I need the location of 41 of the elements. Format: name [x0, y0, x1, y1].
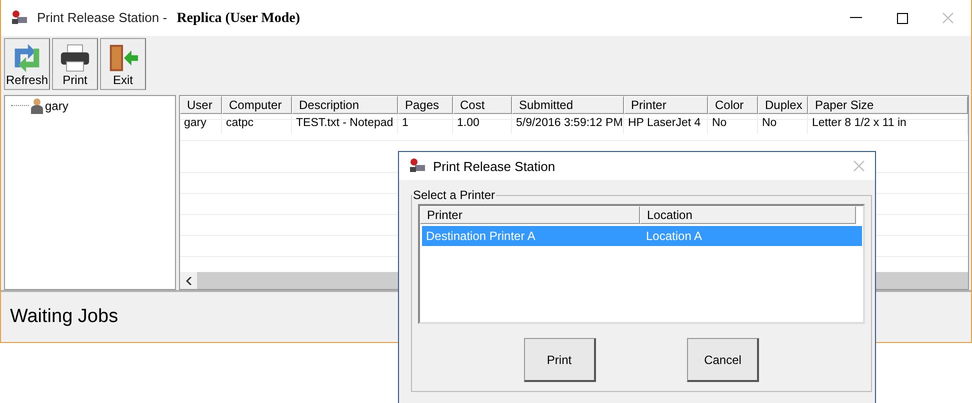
dialog-button[interactable]: Cancel [687, 338, 760, 382]
table-cell: 5/9/2016 3:59:12 PM [512, 114, 624, 134]
dialog-title: Print Release Station [433, 158, 556, 174]
column-header[interactable]: Printer [420, 206, 640, 224]
column-header[interactable]: Location [640, 206, 856, 224]
app-icon [409, 158, 427, 174]
column-header[interactable]: Submitted [512, 96, 624, 114]
dialog-button[interactable]: Print [524, 338, 596, 382]
column-header[interactable]: Computer [222, 96, 292, 114]
minimize-icon[interactable] [850, 17, 862, 19]
scroll-left-icon[interactable] [186, 276, 192, 284]
tree-item[interactable]: gary [45, 99, 68, 113]
column-header[interactable]: Color [708, 96, 758, 114]
table-cell: No [708, 114, 758, 134]
column-header[interactable]: Paper Size [808, 96, 968, 114]
table-cell: gary [180, 114, 222, 134]
window-title: Print Release Station - Replica (User Mode) [37, 10, 302, 26]
table-cell: 1 [398, 114, 453, 134]
list-cell-text: Location A [645, 228, 704, 245]
column-header[interactable]: Description [292, 96, 398, 114]
toolbar-button[interactable]: Exit [100, 38, 146, 90]
list-cell-text: Destination Printer A [425, 228, 536, 245]
toolbar-button[interactable]: Refresh [4, 38, 50, 90]
app-icon [11, 10, 29, 26]
printer-icon [58, 43, 92, 73]
toolbar-button[interactable]: Print [52, 38, 98, 90]
column-header[interactable]: Duplex [758, 96, 808, 114]
column-header[interactable]: Pages [398, 96, 453, 114]
group-label: Select a Printer [412, 188, 496, 202]
column-header[interactable]: Cost [453, 96, 512, 114]
column-header[interactable]: User [180, 96, 222, 114]
table-cell: 1.00 [453, 114, 512, 134]
table-cell: Letter 8 1/2 x 11 in [808, 114, 968, 134]
user-icon [31, 98, 43, 114]
column-header[interactable]: Printer [624, 96, 708, 114]
table-cell: TEST.txt - Notepad [292, 114, 398, 134]
maximize-icon[interactable] [896, 12, 908, 24]
table-cell: HP LaserJet 4 [624, 114, 708, 134]
status-text: Waiting Jobs [10, 306, 118, 328]
table-cell: catpc [222, 114, 292, 134]
table-cell: No [758, 114, 808, 134]
